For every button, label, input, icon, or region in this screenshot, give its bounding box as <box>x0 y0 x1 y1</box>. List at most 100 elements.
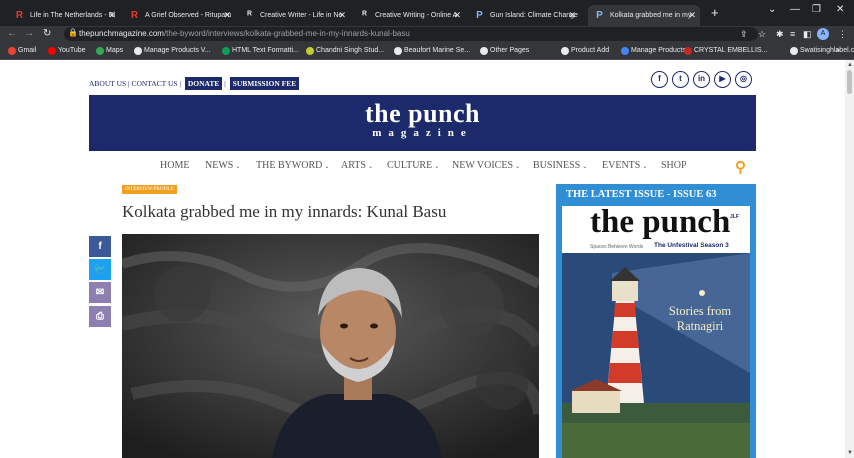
tab-strip: R Life in The Netherlands - Ri ✕ R A Grief O… <box>0 0 854 26</box>
menu-icon[interactable]: ⋮ <box>838 27 847 41</box>
instagram-icon[interactable]: ◎ <box>735 71 752 88</box>
reload-icon[interactable]: ↻ <box>43 27 51 41</box>
tab-title: Life in The Netherlands - Ri <box>30 12 116 19</box>
separator: | <box>224 79 226 88</box>
tab-close-icon[interactable]: ✕ <box>338 5 346 26</box>
bookmark-item[interactable]: Swatisinghlabel.com <box>790 45 854 57</box>
issue-cover[interactable]: the punch JLF Spaces Between Words The U… <box>562 206 750 458</box>
bookmark-item[interactable]: Chandni Singh Stud... <box>306 45 384 57</box>
side-panel-icon[interactable]: ◧ <box>803 27 812 41</box>
scroll-up-icon[interactable]: ▲ <box>847 62 853 68</box>
chevron-down-icon: ⌄ <box>582 164 588 170</box>
browser-tab[interactable]: P Gun Island: Climate Change ✕ <box>468 5 580 26</box>
forward-icon[interactable]: → <box>24 27 34 41</box>
tab-favicon-icon: R <box>130 10 139 21</box>
bookmark-star-icon[interactable]: ☆ <box>758 27 766 41</box>
linkedin-icon[interactable]: in <box>693 71 710 88</box>
bookmark-item[interactable]: Other Pages <box>480 45 529 57</box>
nav-item[interactable]: SHOP <box>661 160 687 171</box>
facebook-icon[interactable]: f <box>651 71 668 88</box>
tab-search-icon[interactable]: ⌄ <box>768 4 776 15</box>
bookmark-favicon-icon <box>8 47 16 55</box>
tab-close-icon[interactable]: ✕ <box>223 5 231 26</box>
twitter-icon[interactable]: t <box>672 71 689 88</box>
scroll-thumb[interactable] <box>847 70 852 94</box>
bookmark-item[interactable]: Manage Products <box>621 45 686 57</box>
cover-tagline: Spaces Between Words <box>590 244 644 250</box>
profile-avatar[interactable]: A <box>817 28 829 40</box>
share-page-icon[interactable]: ⇪ <box>740 27 748 41</box>
cover-title: the punch <box>590 206 731 240</box>
article-headline: Kolkata grabbed me in my innards: Kunal … <box>122 202 447 221</box>
youtube-icon[interactable]: ▶ <box>714 71 731 88</box>
latest-issue-widget: THE LATEST ISSUE - ISSUE 63 the punch JL… <box>556 184 756 458</box>
browser-tab[interactable]: ᴿ Creative Writing - Online A ✕ <box>353 5 465 26</box>
nav-item-label: EVENTS <box>602 160 641 171</box>
twitter-share-icon[interactable]: 🐦 <box>89 259 111 280</box>
scroll-down-icon[interactable]: ▼ <box>847 450 853 456</box>
bookmark-label: Swatisinghlabel.com <box>800 47 854 54</box>
bookmark-favicon-icon <box>480 47 488 55</box>
bookmark-label: Product Add <box>571 47 610 54</box>
page-scrollbar[interactable]: ▲ ▼ <box>845 60 854 458</box>
url-text[interactable]: thepunchmagazine.com/the-byword/intervie… <box>79 28 410 40</box>
category-badge[interactable]: INTERVIEW/PROFILE <box>122 185 178 194</box>
contact-us-link[interactable]: CONTACT US <box>131 79 177 88</box>
nav-item[interactable]: THE BYWORD ⌄ <box>256 160 329 171</box>
bookmarks-overflow-icon[interactable]: » <box>836 45 840 57</box>
back-icon[interactable]: ← <box>7 27 17 41</box>
nav-item[interactable]: BUSINESS ⌄ <box>533 160 587 171</box>
minimize-icon[interactable]: — <box>790 4 800 15</box>
bookmark-favicon-icon <box>222 47 230 55</box>
reading-list-icon[interactable]: ≡ <box>790 27 795 41</box>
about-us-link[interactable]: ABOUT US <box>89 79 126 88</box>
bookmark-item[interactable]: Gmail <box>8 45 36 57</box>
tab-close-icon[interactable]: ✕ <box>453 5 461 26</box>
article-hero-image <box>122 234 539 458</box>
nav-item[interactable]: CULTURE ⌄ <box>387 160 439 171</box>
submission-fee-button[interactable]: SUBMISSION FEE <box>229 77 300 90</box>
new-tab-button[interactable]: + <box>711 5 719 21</box>
cover-stories-text: Stories from Ratnagiri <box>654 304 746 334</box>
bookmark-item[interactable]: CRYSTAL EMBELLIS... <box>684 45 767 57</box>
nav-item[interactable]: ARTS ⌄ <box>341 160 373 171</box>
bookmark-item[interactable]: HTML Text Formatti... <box>222 45 299 57</box>
url-path: /the-byword/interviews/kolkata-grabbed-m… <box>163 29 410 38</box>
bookmark-favicon-icon <box>96 47 104 55</box>
search-icon[interactable]: ⚲ <box>735 158 746 176</box>
extensions-icon[interactable]: ✱ <box>776 27 784 41</box>
bookmark-label: HTML Text Formatti... <box>232 47 299 54</box>
nav-item[interactable]: NEW VOICES ⌄ <box>452 160 520 171</box>
bookmark-item[interactable]: Beaufort Marine Se... <box>394 45 470 57</box>
browser-tab[interactable]: R A Grief Observed - Rituparn ✕ <box>123 5 235 26</box>
tab-close-icon[interactable]: ✕ <box>688 5 696 26</box>
tab-close-icon[interactable]: ✕ <box>568 5 576 26</box>
bookmark-label: YouTube <box>58 47 86 54</box>
browser-tab[interactable]: R Life in The Netherlands - Ri ✕ <box>8 5 120 26</box>
nav-item[interactable]: NEWS ⌄ <box>205 160 240 171</box>
bookmark-item[interactable]: Manage Products V... <box>134 45 211 57</box>
nav-item[interactable]: HOME <box>160 160 189 171</box>
bookmark-item[interactable]: Maps <box>96 45 123 57</box>
top-links: ABOUT US | CONTACT US | DONATE | SUBMISS… <box>89 77 300 90</box>
tab-title: Creative Writing - Online A <box>375 12 458 19</box>
window-close-icon[interactable]: ✕ <box>836 4 844 15</box>
donate-button[interactable]: DONATE <box>184 77 223 90</box>
email-share-icon[interactable]: ✉ <box>89 282 111 303</box>
address-bar[interactable]: 🔒 thepunchmagazine.com/the-byword/interv… <box>64 27 758 41</box>
chevron-down-icon: ⌄ <box>324 164 330 170</box>
nav-item[interactable]: EVENTS ⌄ <box>602 160 647 171</box>
bookmark-favicon-icon <box>621 47 629 55</box>
facebook-share-icon[interactable]: f <box>89 236 111 257</box>
bookmark-item[interactable]: YouTube <box>48 45 86 57</box>
bookmark-favicon-icon <box>394 47 402 55</box>
print-share-icon[interactable]: ⎙ <box>89 306 111 327</box>
site-logo-title: the punch <box>364 99 481 128</box>
browser-tab[interactable]: ᴿ Creative Writer - Life in Ne ✕ <box>238 5 350 26</box>
site-banner[interactable]: the punch magazine <box>89 95 756 151</box>
restore-icon[interactable]: ❐ <box>812 4 821 15</box>
tab-close-icon[interactable]: ✕ <box>108 5 116 26</box>
bookmark-item[interactable]: Product Add <box>561 45 609 57</box>
browser-tab[interactable]: P Kolkata grabbed me in my ✕ <box>588 5 700 26</box>
tab-favicon-icon: R <box>15 10 24 21</box>
